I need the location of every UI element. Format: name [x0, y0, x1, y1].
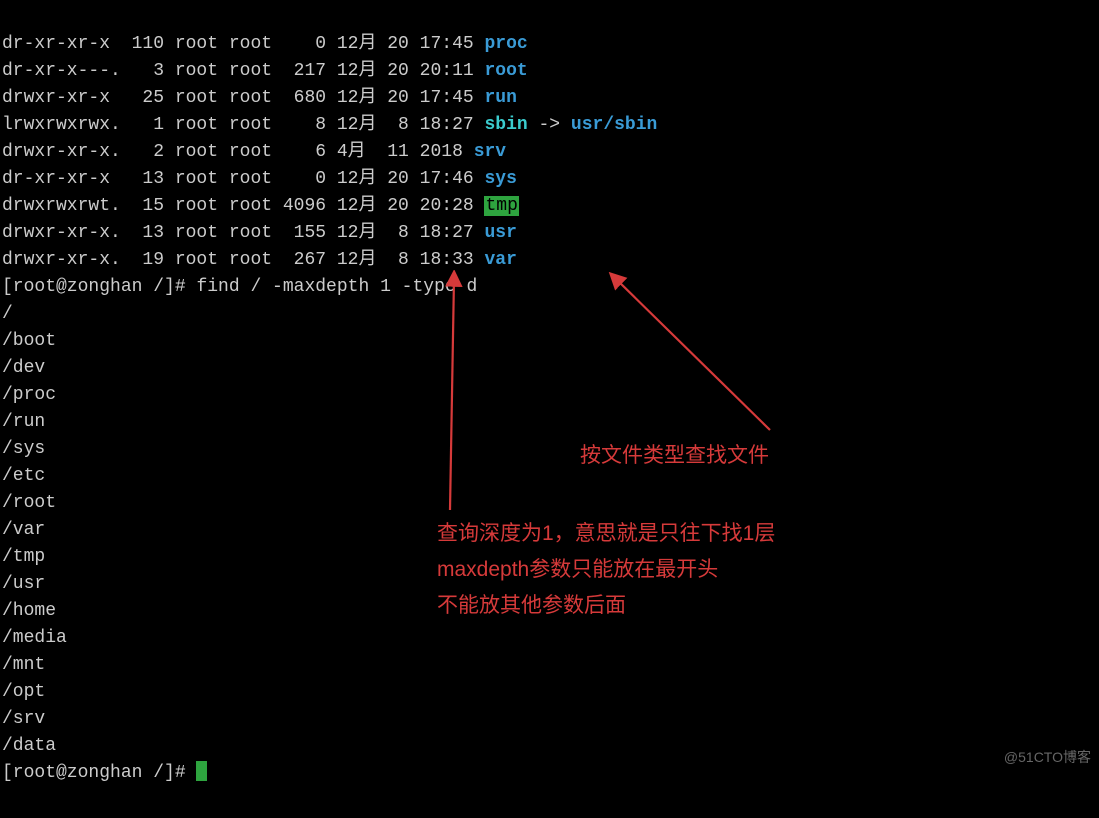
- find-result: /: [2, 301, 1097, 328]
- dir-name: srv: [474, 142, 506, 162]
- dir-name: root: [484, 61, 527, 81]
- symlink-name: sbin: [484, 115, 527, 135]
- find-result: /sys: [2, 436, 1097, 463]
- dir-name: run: [484, 88, 516, 108]
- find-result: /run: [2, 409, 1097, 436]
- find-result: /root: [2, 490, 1097, 517]
- dir-name: sys: [484, 169, 516, 189]
- cursor[interactable]: [196, 761, 207, 781]
- find-result: /opt: [2, 679, 1097, 706]
- annotation-depth: 查询深度为1，意思就是只往下找1层 maxdepth参数只能放在最开头 不能放其…: [437, 516, 775, 624]
- find-result: /mnt: [2, 652, 1097, 679]
- find-result: /proc: [2, 382, 1097, 409]
- find-result: /data: [2, 733, 1097, 760]
- find-result: /srv: [2, 706, 1097, 733]
- find-result: /etc: [2, 463, 1097, 490]
- annotation-type: 按文件类型查找文件: [580, 438, 769, 474]
- ls-row: drwxr-xr-x. 13 root root 155 12月 8 18:27…: [2, 220, 1097, 247]
- command-input[interactable]: find / -maxdepth 1 -type d: [196, 277, 477, 297]
- find-result: /boot: [2, 328, 1097, 355]
- ls-row: drwxr-xr-x 25 root root 680 12月 20 17:45…: [2, 85, 1097, 112]
- ls-row: dr-xr-xr-x 110 root root 0 12月 20 17:45 …: [2, 31, 1097, 58]
- ls-row: drwxr-xr-x. 19 root root 267 12月 8 18:33…: [2, 247, 1097, 274]
- dir-name: proc: [484, 34, 527, 54]
- find-result: /media: [2, 625, 1097, 652]
- dir-name: usr: [484, 223, 516, 243]
- ls-row: dr-xr-xr-x 13 root root 0 12月 20 17:46 s…: [2, 166, 1097, 193]
- shell-prompt: [root@zonghan /]#: [2, 277, 196, 297]
- find-result: /dev: [2, 355, 1097, 382]
- terminal-output: dr-xr-xr-x 110 root root 0 12月 20 17:45 …: [0, 0, 1099, 818]
- dir-name: var: [484, 250, 516, 270]
- watermark: @51CTO博客: [1004, 744, 1091, 771]
- ls-row: dr-xr-x---. 3 root root 217 12月 20 20:11…: [2, 58, 1097, 85]
- sticky-dir: tmp: [484, 196, 518, 216]
- ls-row: drwxrwxrwt. 15 root root 4096 12月 20 20:…: [2, 193, 1097, 220]
- ls-row: lrwxrwxrwx. 1 root root 8 12月 8 18:27 sb…: [2, 112, 1097, 139]
- symlink-target: usr/sbin: [571, 115, 657, 135]
- shell-prompt-2: [root@zonghan /]#: [2, 763, 196, 783]
- ls-row: drwxr-xr-x. 2 root root 6 4月 11 2018 srv: [2, 139, 1097, 166]
